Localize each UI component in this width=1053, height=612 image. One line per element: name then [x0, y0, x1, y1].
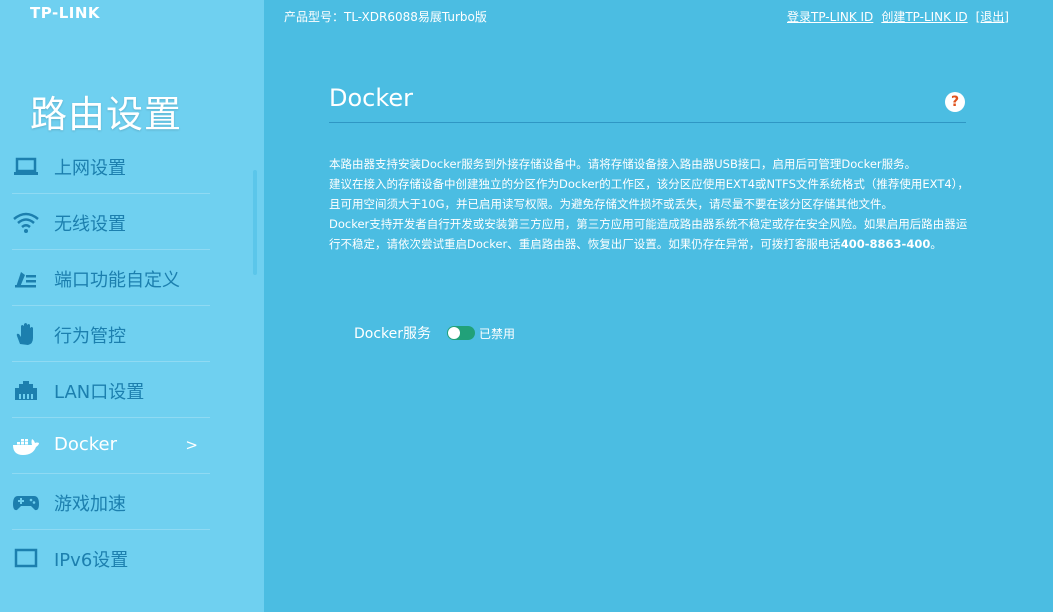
product-model: 产品型号：TL-XDR6088易展Turbo版 [284, 10, 487, 24]
hand-icon [12, 322, 40, 346]
page-title: Docker [329, 84, 414, 112]
sidebar-item-port-custom[interactable]: 端口功能自定义 [12, 250, 210, 306]
sidebar-item-lan[interactable]: LAN口设置 [12, 362, 210, 418]
logout-link[interactable]: [退出] [976, 8, 1009, 25]
account-links: 登录TP-LINK ID 创建TP-LINK ID [退出] [787, 8, 1009, 25]
sidebar-scrollbar[interactable] [253, 170, 257, 275]
sidebar-item-docker[interactable]: Docker > [12, 418, 210, 474]
sidebar-item-label: 游戏加速 [54, 494, 126, 515]
create-tplink-id-link[interactable]: 创建TP-LINK ID [881, 8, 967, 25]
description-paragraph: 建议在接入的存储设备中创建独立的分区作为Docker的工作区，该分区应使用EXT… [329, 177, 969, 211]
sidebar-item-game-boost[interactable]: 游戏加速 [12, 474, 210, 530]
description-paragraph: Docker支持开发者自行开发或安装第三方应用，第三方应用可能造成路由器系统不稳… [329, 214, 969, 254]
docker-description: 本路由器支持安装Docker服务到外接存储设备中。请将存储设备接入路由器USB接… [329, 154, 969, 254]
sidebar-item-ipv6[interactable]: IPv6设置 [12, 530, 210, 571]
sidebar-item-label: 端口功能自定义 [54, 270, 180, 291]
description-end: 。 [930, 237, 942, 251]
gamepad-icon [12, 490, 40, 514]
port-custom-icon [12, 266, 40, 290]
sidebar: TP-LINK 路由设置 上网设置 无线设置 端口功能自定义 行为管控 LAN口… [0, 0, 264, 612]
docker-whale-icon [12, 434, 40, 458]
sidebar-item-label: LAN口设置 [54, 382, 145, 403]
sidebar-item-label: Docker [54, 434, 118, 455]
sidebar-item-label: 行为管控 [54, 326, 126, 347]
wifi-icon [12, 210, 40, 234]
tp-link-logo: TP-LINK [30, 4, 101, 22]
login-tplink-id-link[interactable]: 登录TP-LINK ID [787, 8, 873, 25]
docker-service-state: 已禁用 [479, 326, 516, 341]
sidebar-item-label: 上网设置 [54, 158, 126, 179]
sidebar-item-wireless[interactable]: 无线设置 [12, 194, 210, 250]
toggle-knob [448, 327, 461, 339]
chevron-right-icon: > [185, 436, 198, 454]
laptop-icon [12, 154, 40, 178]
description-paragraph: 本路由器支持安装Docker服务到外接存储设备中。请将存储设备接入路由器USB接… [329, 157, 917, 171]
sidebar-item-behavior-control[interactable]: 行为管控 [12, 306, 210, 362]
sidebar-item-label: IPv6设置 [54, 550, 129, 571]
help-icon[interactable]: ? [945, 92, 965, 112]
lan-port-icon [12, 378, 40, 402]
service-hotline: 400-8863-400 [840, 237, 931, 251]
docker-service-row: Docker服务 已禁用 [354, 323, 515, 343]
sidebar-nav: 上网设置 无线设置 端口功能自定义 行为管控 LAN口设置 Docker > 游… [12, 138, 210, 571]
sidebar-item-internet[interactable]: 上网设置 [12, 138, 210, 194]
sidebar-item-label: 无线设置 [54, 214, 126, 235]
docker-service-toggle[interactable] [447, 326, 476, 340]
title-divider [329, 122, 966, 123]
docker-service-label: Docker服务 [354, 326, 432, 342]
ipv6-icon [12, 546, 40, 570]
sidebar-title: 路由设置 [30, 93, 182, 136]
